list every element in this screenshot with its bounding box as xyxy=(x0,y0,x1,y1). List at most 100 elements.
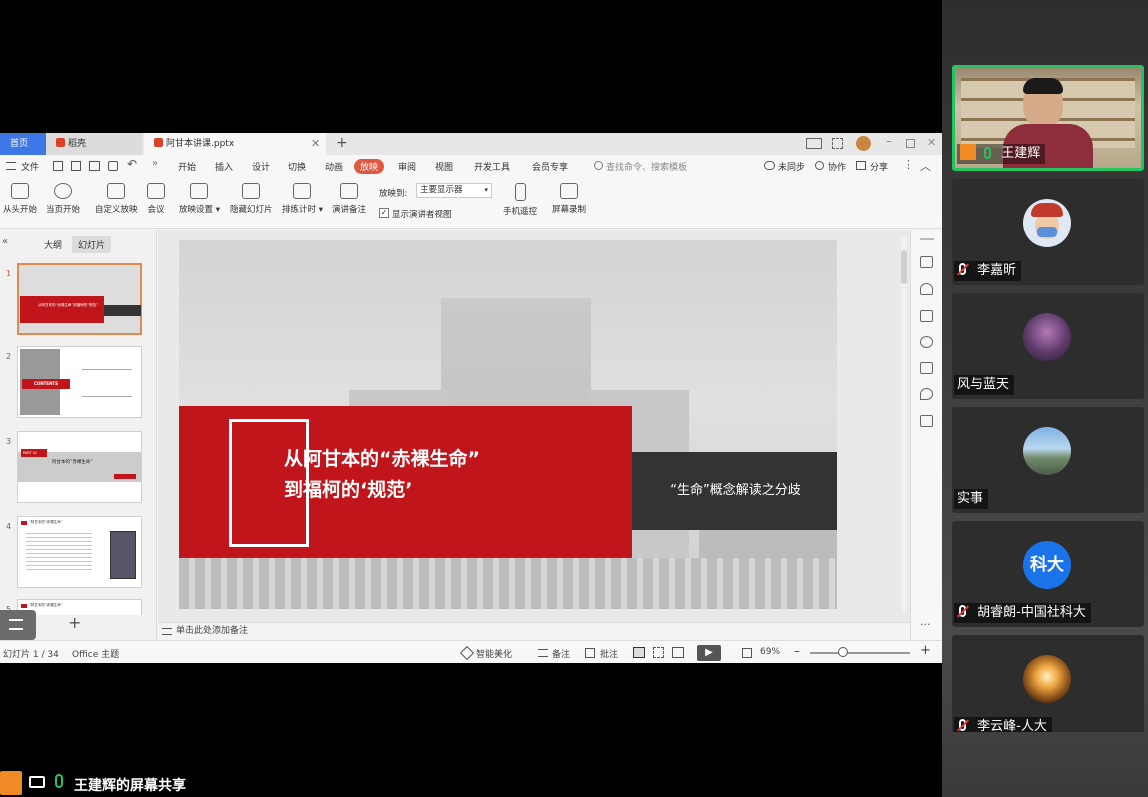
from-current-button[interactable]: 当页开始 xyxy=(46,183,80,215)
user-avatar-icon[interactable] xyxy=(856,136,871,151)
sync-status[interactable]: 未同步 xyxy=(778,160,805,173)
menu-design[interactable]: 设计 xyxy=(252,160,270,173)
speaker-notes-button[interactable]: 演讲备注 xyxy=(332,183,366,215)
undo-icon[interactable]: ↶ xyxy=(127,157,137,171)
more-icon[interactable]: ⋮ xyxy=(903,158,914,171)
tab-file[interactable]: 阿甘本讲课.pptx ✕ xyxy=(144,133,326,155)
zoom-slider[interactable] xyxy=(810,652,910,654)
outline-tab[interactable]: 大纲 xyxy=(44,238,62,251)
notes-toggle-button[interactable]: 备注 xyxy=(552,647,570,660)
menu-start[interactable]: 开始 xyxy=(178,160,196,173)
thumb-3-title: 阿甘本的“赤裸生命” xyxy=(52,460,93,465)
phone-remote-button[interactable]: 手机遥控 xyxy=(503,183,537,217)
hamburger-icon[interactable] xyxy=(6,162,16,170)
presenter-view-checkbox[interactable]: ✓ xyxy=(379,208,389,218)
hide-slide-icon xyxy=(242,183,261,199)
minimize-icon[interactable]: – xyxy=(886,134,892,148)
slide-canvas[interactable]: 从阿甘本的“赤裸生命” 到福柯的‘规范’ “生命”概念解读之分歧 xyxy=(158,230,910,622)
participant-tile-liyunfeng[interactable]: 李云峰-人大 xyxy=(952,635,1144,732)
speaker-notes-icon xyxy=(340,183,358,199)
menu-dev-tools[interactable]: 开发工具 xyxy=(474,160,510,173)
filter-icon[interactable] xyxy=(920,256,933,268)
close-tab-icon[interactable]: ✕ xyxy=(311,133,320,155)
reading-view-icon[interactable] xyxy=(672,647,684,658)
pin-icon[interactable] xyxy=(920,283,933,295)
more-tools-icon[interactable]: ··· xyxy=(920,618,931,631)
save-icon[interactable] xyxy=(53,161,63,171)
zoom-level[interactable]: 69% xyxy=(760,647,780,657)
layout-icon[interactable] xyxy=(806,138,822,149)
participant-tile-shishi[interactable]: 实事 xyxy=(952,407,1144,513)
play-current-icon xyxy=(54,183,72,199)
phone-icon xyxy=(514,183,526,201)
slide-thumb-3[interactable]: PART 01 阿甘本的“赤裸生命” xyxy=(17,431,142,503)
rehearse-button[interactable]: 排练计时 ▾ xyxy=(282,183,323,215)
preview-icon[interactable] xyxy=(108,161,118,171)
collab-button[interactable]: 协作 xyxy=(828,160,846,173)
meeting-icon xyxy=(147,183,165,199)
menu-transition[interactable]: 切换 xyxy=(288,160,306,173)
tab-home[interactable]: 首页 xyxy=(0,133,46,155)
command-search-input[interactable]: 查找命令、搜索模板 xyxy=(606,160,687,173)
menu-review[interactable]: 审阅 xyxy=(398,160,416,173)
refresh-icon[interactable] xyxy=(920,362,933,374)
menu-insert[interactable]: 插入 xyxy=(215,160,233,173)
slide-list-button[interactable] xyxy=(0,610,36,640)
book-icon[interactable] xyxy=(920,415,933,427)
slides-tab[interactable]: 幻灯片 xyxy=(72,236,112,253)
slide-title[interactable]: 从阿甘本的“赤裸生命” 到福柯的‘规范’ xyxy=(284,444,480,506)
custom-show-button[interactable]: 自定义放映 xyxy=(95,183,138,215)
normal-view-icon[interactable] xyxy=(633,647,645,658)
vertical-scrollbar[interactable] xyxy=(901,236,907,614)
share-button[interactable]: 分享 xyxy=(870,160,888,173)
subtitle-bar[interactable]: “生命”概念解读之分歧 xyxy=(632,452,837,530)
menu-member[interactable]: 会员专享 xyxy=(532,160,568,173)
participant-tile-fengyulantian[interactable]: 风与蓝天 xyxy=(952,293,1144,399)
notes-area[interactable]: 单击此处添加备注 xyxy=(158,622,910,640)
meeting-button[interactable]: 会议 xyxy=(147,183,165,215)
from-current-label: 当页开始 xyxy=(46,205,81,215)
participant-tile-wangjianhui[interactable]: 王建辉 xyxy=(952,65,1144,171)
menu-animation[interactable]: 动画 xyxy=(325,160,343,173)
menu-slideshow[interactable]: 放映 xyxy=(354,159,385,174)
fit-window-icon[interactable] xyxy=(742,648,752,658)
location-icon[interactable] xyxy=(920,388,933,400)
sorter-view-icon[interactable] xyxy=(653,647,664,658)
slide-thumb-1[interactable]: 从阿甘本的“赤裸生命”到福柯的“规范” xyxy=(17,263,142,335)
more-chevron-icon[interactable]: » xyxy=(152,158,158,169)
theme-name: Office 主题 xyxy=(72,650,120,660)
restore-icon[interactable] xyxy=(906,139,915,148)
copy-icon[interactable] xyxy=(920,310,933,322)
from-start-label: 从头开始 xyxy=(3,205,38,215)
screen-record-button[interactable]: 屏幕录制 xyxy=(552,183,586,215)
play-slideshow-button[interactable]: ▶ xyxy=(697,645,721,661)
show-to-select[interactable]: 主要显示器 ▾ xyxy=(416,183,492,198)
collapse-panel-icon[interactable]: « xyxy=(2,236,8,247)
show-settings-button[interactable]: 放映设置 ▾ xyxy=(179,183,220,215)
close-window-icon[interactable]: ✕ xyxy=(927,136,936,149)
menu-file[interactable]: 文件 xyxy=(21,160,39,173)
menu-view[interactable]: 视图 xyxy=(435,160,453,173)
participant-tile-lijiaxin[interactable]: 李嘉昕 xyxy=(952,179,1144,285)
participant-tile-huruilang[interactable]: 科大 胡睿朗-中国社科大 xyxy=(952,521,1144,627)
help-icon[interactable] xyxy=(920,336,933,348)
hide-slide-button[interactable]: 隐藏幻灯片 xyxy=(230,183,273,215)
print-icon[interactable] xyxy=(89,161,100,171)
add-slide-icon[interactable]: + xyxy=(68,613,81,632)
smart-beautify-button[interactable]: 智能美化 xyxy=(476,647,512,660)
slide-thumb-4[interactable]: “阿甘本的”赤裸生命” xyxy=(17,516,142,588)
apps-grid-icon[interactable] xyxy=(832,138,843,149)
current-slide[interactable]: 从阿甘本的“赤裸生命” 到福柯的‘规范’ “生命”概念解读之分歧 xyxy=(179,240,837,609)
tab-daoke[interactable]: 稻壳 xyxy=(46,133,142,155)
from-start-button[interactable]: 从头开始 xyxy=(3,183,37,215)
zoom-out-icon[interactable]: – xyxy=(794,644,800,658)
zoom-slider-thumb[interactable] xyxy=(838,647,848,657)
slide-thumb-2[interactable]: CONTENTS xyxy=(17,346,142,418)
scroll-thumb[interactable] xyxy=(901,250,907,284)
participant-name-tag: 风与蓝天 xyxy=(954,375,1015,395)
new-tab-icon[interactable]: + xyxy=(336,135,348,151)
export-icon[interactable] xyxy=(71,161,81,171)
collapse-ribbon-icon[interactable]: ︿ xyxy=(920,158,931,174)
comments-button[interactable]: 批注 xyxy=(600,647,618,660)
zoom-in-icon[interactable]: + xyxy=(920,643,931,658)
